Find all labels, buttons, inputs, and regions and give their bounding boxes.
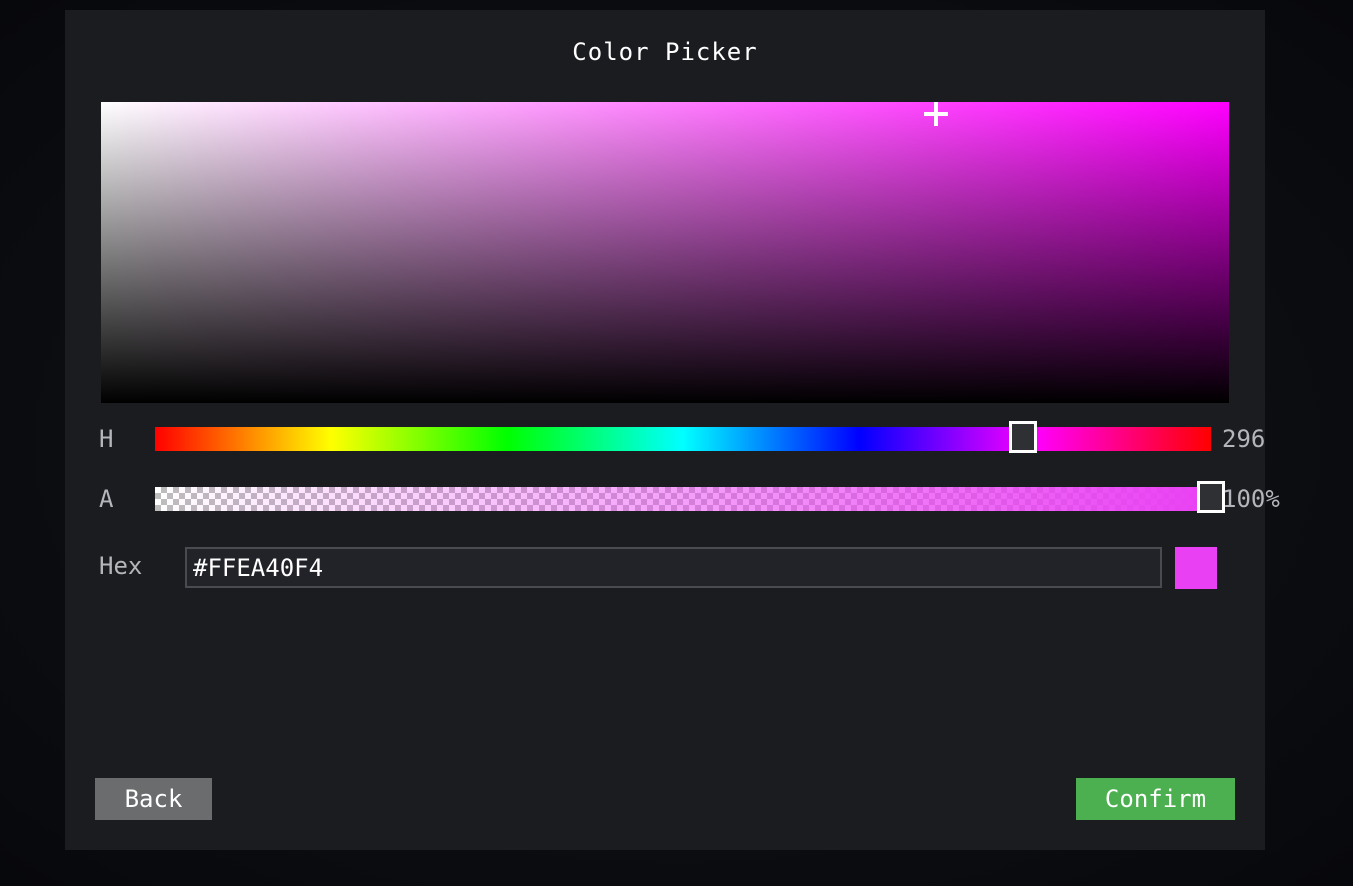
alpha-gradient: [155, 487, 1211, 511]
hue-value: 296: [1222, 425, 1266, 453]
hue-label: H: [99, 425, 114, 453]
hex-input[interactable]: [185, 547, 1162, 588]
hue-slider[interactable]: [155, 421, 1211, 453]
alpha-label: A: [99, 485, 114, 513]
value-gradient: [101, 102, 1229, 403]
saturation-value-field[interactable]: [101, 102, 1229, 403]
dialog-title: Color Picker: [572, 38, 758, 66]
color-preview-swatch: [1175, 547, 1217, 589]
color-picker-dialog: Color Picker H 296 A 100% Hex Back Confi…: [65, 10, 1280, 850]
alpha-value: 100%: [1222, 485, 1280, 513]
alpha-slider[interactable]: [155, 481, 1225, 513]
back-button[interactable]: Back: [95, 778, 212, 820]
confirm-button[interactable]: Confirm: [1076, 778, 1235, 820]
hue-slider-thumb[interactable]: [1009, 421, 1038, 453]
alpha-slider-thumb[interactable]: [1197, 481, 1225, 513]
hex-label: Hex: [99, 552, 143, 580]
